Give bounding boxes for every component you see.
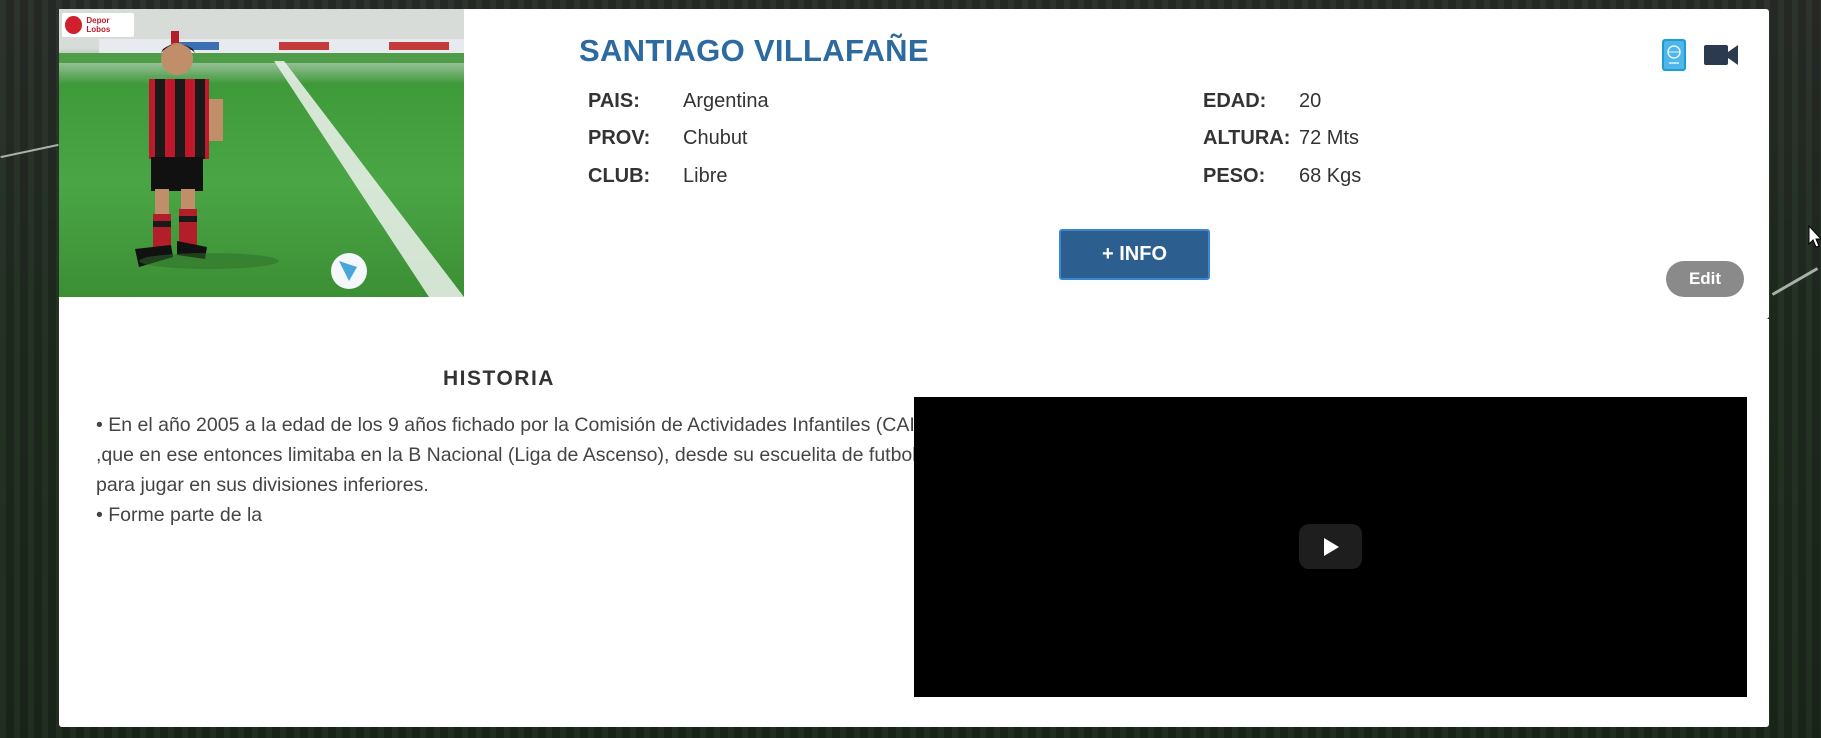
field-label: CLUB: — [588, 165, 651, 187]
field-label: EDAD: — [1203, 90, 1267, 112]
field-value: 68 Kgs — [1299, 165, 1362, 187]
video-camera-icon[interactable] — [1703, 42, 1739, 73]
field-value: 72 Mts — [1299, 127, 1360, 149]
club-logo-badge — [65, 16, 83, 34]
club-logo: Depor Lobos — [62, 13, 134, 37]
field-value: Chubut — [683, 127, 748, 149]
player-header-card: SANTIAGO VILLAFAÑE PAIS: Argentina PROV: C… — [486, 9, 1769, 319]
field-label: ALTURA: — [1203, 127, 1291, 149]
player-photo: Depor Lobos — [59, 9, 464, 297]
field-prov: PROV: Chubut — [588, 127, 748, 150]
historia-section: HISTORIA • En el año 2005 a la edad de l… — [59, 319, 1769, 727]
historia-paragraph: • Forme parte de la — [96, 504, 263, 526]
field-value: Libre — [683, 165, 728, 187]
field-label: PESO: — [1203, 165, 1266, 187]
edit-button[interactable]: Edit — [1666, 261, 1744, 297]
play-icon — [1323, 537, 1339, 556]
field-pais: PAIS: Argentina — [588, 90, 769, 113]
more-info-button[interactable]: + INFO — [1059, 229, 1210, 280]
field-club: CLUB: Libre — [588, 165, 727, 188]
mouse-cursor-icon — [1808, 225, 1821, 248]
player-photo-illustration — [59, 9, 464, 297]
video-player[interactable] — [914, 397, 1747, 697]
field-value: 20 — [1299, 90, 1322, 112]
player-photo-panel: Depor Lobos — [59, 9, 486, 319]
field-altura: ALTURA: 72 Mts — [1203, 127, 1359, 150]
play-button[interactable] — [1299, 524, 1362, 569]
field-label: PAIS: — [588, 90, 640, 112]
historia-text: • En el año 2005 a la edad de los 9 años… — [96, 410, 926, 530]
field-edad: EDAD: 20 — [1203, 90, 1321, 113]
player-name: SANTIAGO VILLAFAÑE — [579, 33, 929, 68]
club-logo-text: Depor Lobos — [86, 16, 111, 34]
historia-title: HISTORIA — [443, 367, 555, 390]
field-label: PROV: — [588, 127, 651, 149]
field-value: Argentina — [683, 90, 769, 112]
passport-icon[interactable] — [1660, 37, 1688, 78]
historia-paragraph: • En el año 2005 a la edad de los 9 años… — [96, 414, 922, 496]
field-peso: PESO: 68 Kgs — [1203, 165, 1361, 188]
